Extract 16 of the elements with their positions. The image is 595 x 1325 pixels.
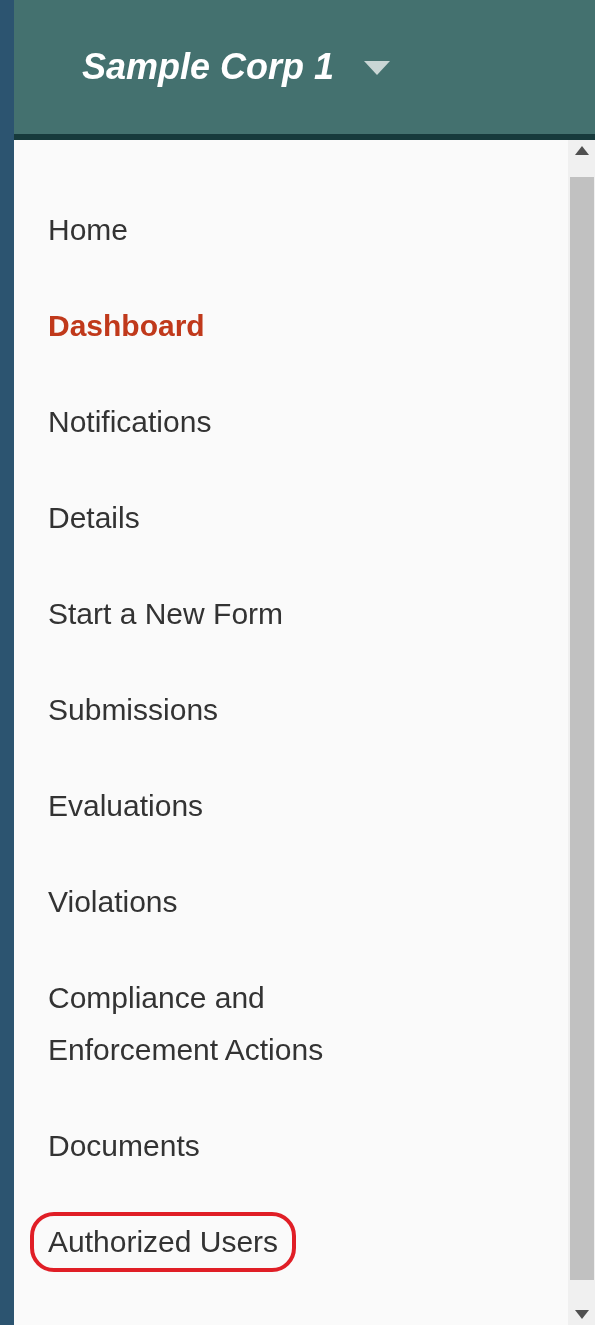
menu-item[interactable]: Dashboard (30, 296, 223, 356)
menu-item[interactable]: Compliance and Enforcement Actions (30, 968, 406, 1080)
menu-item[interactable]: Authorized Users (30, 1212, 297, 1272)
menu-item[interactable]: Notifications (30, 392, 230, 452)
scrollbar[interactable] (568, 140, 595, 1325)
menu-item[interactable]: Submissions (30, 680, 237, 740)
menu-item[interactable]: Evaluations (30, 776, 222, 836)
scroll-up-icon[interactable] (574, 146, 589, 155)
account-title: Sample Corp 1 (82, 46, 335, 88)
scroll-down-icon[interactable] (574, 1310, 589, 1319)
menu-item[interactable]: Violations (30, 872, 196, 932)
caret-icon[interactable] (364, 61, 391, 75)
menu-item[interactable]: Documents (30, 1116, 218, 1176)
menu-item[interactable]: Home (30, 200, 147, 260)
menu-item[interactable]: Details (30, 488, 158, 548)
menu-item[interactable]: Start a New Form (30, 584, 302, 644)
